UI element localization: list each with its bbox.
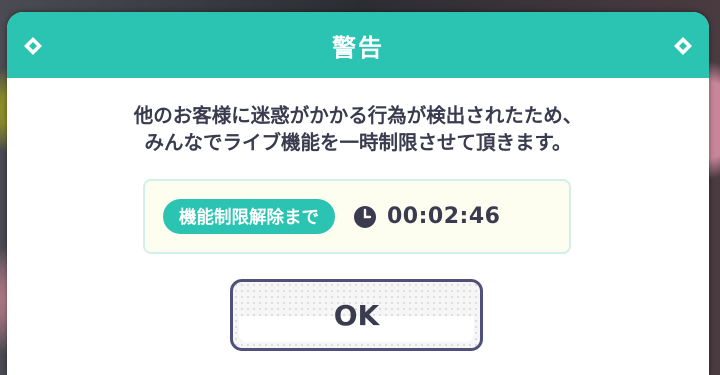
dialog-message: 他のお客様に迷惑がかかる行為が検出されたため、 みんなでライブ機能を一時制限させ… <box>7 102 709 156</box>
ok-button[interactable]: OK <box>230 279 483 351</box>
restriction-timer: 機能制限解除まで 00:02:46 <box>143 179 571 254</box>
message-line-2: みんなでライブ機能を一時制限させて頂きます。 <box>144 131 572 154</box>
diamond-icon <box>24 37 42 55</box>
clock-icon <box>354 205 376 228</box>
message-line-1: 他のお客様に迷惑がかかる行為が検出されたため、 <box>133 104 583 127</box>
dialog-title: 警告 <box>332 33 384 62</box>
warning-dialog: 警告 他のお客様に迷惑がかかる行為が検出されたため、 みんなでライブ機能を一時制… <box>7 12 709 375</box>
dialog-header: 警告 <box>7 12 709 78</box>
timer-label-badge: 機能制限解除まで <box>163 199 335 234</box>
timer-countdown: 00:02:46 <box>387 204 501 229</box>
diamond-icon <box>674 37 692 55</box>
ok-button-label: OK <box>333 298 380 332</box>
